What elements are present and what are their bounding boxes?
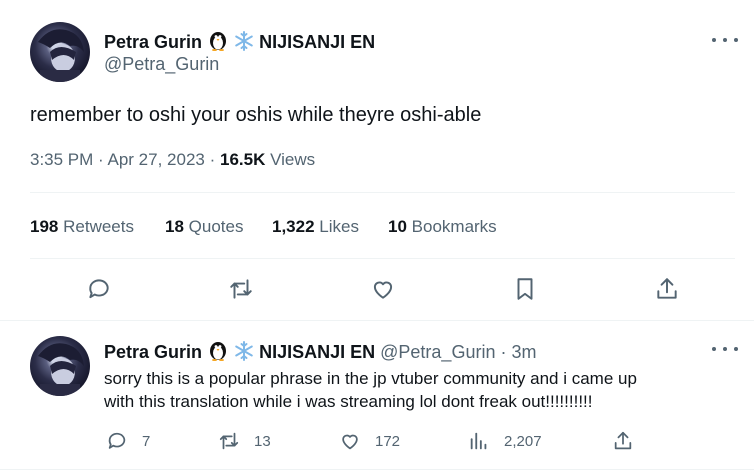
meta-separator: · <box>98 150 108 169</box>
likes-label: Likes <box>319 217 359 236</box>
reply-author-name[interactable]: Petra Gurin <box>104 342 202 362</box>
author-name-row: Petra Gurin NIJISANJI EN <box>104 29 375 56</box>
bookmarks-stat[interactable]: 10 Bookmarks <box>388 217 497 237</box>
likes-count: 1,322 <box>272 217 315 236</box>
share-icon[interactable] <box>654 276 680 307</box>
author-affiliation: NIJISANJI EN <box>259 32 376 52</box>
reply-text-line: sorry this is a popular phrase in the jp… <box>104 369 637 388</box>
retweet-icon[interactable] <box>228 276 254 307</box>
more-icon[interactable] <box>712 30 738 50</box>
tweet-time[interactable]: 3:35 PM <box>30 150 93 169</box>
quotes-stat[interactable]: 18 Quotes <box>165 217 243 237</box>
snowflake-emoji-icon <box>234 31 254 56</box>
retweets-stat[interactable]: 198 Retweets <box>30 217 134 237</box>
like-icon[interactable] <box>370 276 396 307</box>
bookmarks-count: 10 <box>388 217 407 236</box>
reply-header: Petra Gurin NIJISANJI EN @Petra_Gurin · … <box>104 339 537 366</box>
reply-likes-count: 172 <box>375 432 401 450</box>
reply-views-count: 2,207 <box>504 432 542 450</box>
divider <box>0 320 754 321</box>
penguin-emoji-icon <box>207 29 229 56</box>
reply-author-affiliation: NIJISANJI EN <box>259 342 376 362</box>
divider <box>0 469 754 470</box>
reply-replies-button[interactable]: 7 <box>106 430 150 452</box>
reply-separator: · <box>500 342 507 362</box>
quotes-count: 18 <box>165 217 184 236</box>
views-count: 16.5K <box>219 150 266 169</box>
author-name[interactable]: Petra Gurin <box>104 32 202 52</box>
reply-likes-button[interactable]: 172 <box>339 430 400 452</box>
analytics-icon <box>470 432 487 450</box>
author-avatar[interactable] <box>30 22 90 82</box>
bookmarks-label: Bookmarks <box>411 217 497 236</box>
reply-replies-count: 7 <box>142 432 151 450</box>
divider <box>30 192 735 193</box>
reply-icon[interactable] <box>86 276 112 307</box>
reply-retweets-button[interactable]: 13 <box>218 430 271 452</box>
snowflake-emoji-icon <box>234 341 254 366</box>
bookmark-icon[interactable] <box>512 276 538 307</box>
reply-retweets-count: 13 <box>254 432 271 450</box>
more-icon[interactable] <box>712 339 738 359</box>
reply-views-button[interactable]: 2,207 <box>468 430 542 452</box>
reply-author-handle[interactable]: @Petra_Gurin <box>380 342 495 362</box>
reply-text: sorry this is a popular phrase in the jp… <box>104 367 637 413</box>
likes-stat[interactable]: 1,322 Likes <box>272 217 359 237</box>
views-label: Views <box>270 150 316 169</box>
quotes-label: Quotes <box>188 217 244 236</box>
tweet-meta: 3:35 PM · Apr 27, 2023 · 16.5K Views <box>30 150 315 170</box>
tweet-text: remember to oshi your oshis while theyre… <box>30 104 482 126</box>
retweets-count: 198 <box>30 217 59 236</box>
divider <box>30 258 735 259</box>
share-icon <box>614 431 632 450</box>
retweets-label: Retweets <box>63 217 134 236</box>
reply-share-button[interactable] <box>612 430 648 452</box>
tweet-date[interactable]: Apr 27, 2023 <box>108 150 205 169</box>
meta-separator: · <box>209 150 220 169</box>
reply-text-line: with this translation while i was stream… <box>104 392 593 411</box>
reply-author-avatar[interactable] <box>30 336 90 396</box>
reply-icon <box>108 432 126 449</box>
reply-time[interactable]: 3m <box>512 342 537 362</box>
retweet-icon <box>219 432 239 450</box>
author-handle[interactable]: @Petra_Gurin <box>104 54 219 75</box>
like-icon <box>342 434 358 450</box>
penguin-emoji-icon <box>207 339 229 366</box>
